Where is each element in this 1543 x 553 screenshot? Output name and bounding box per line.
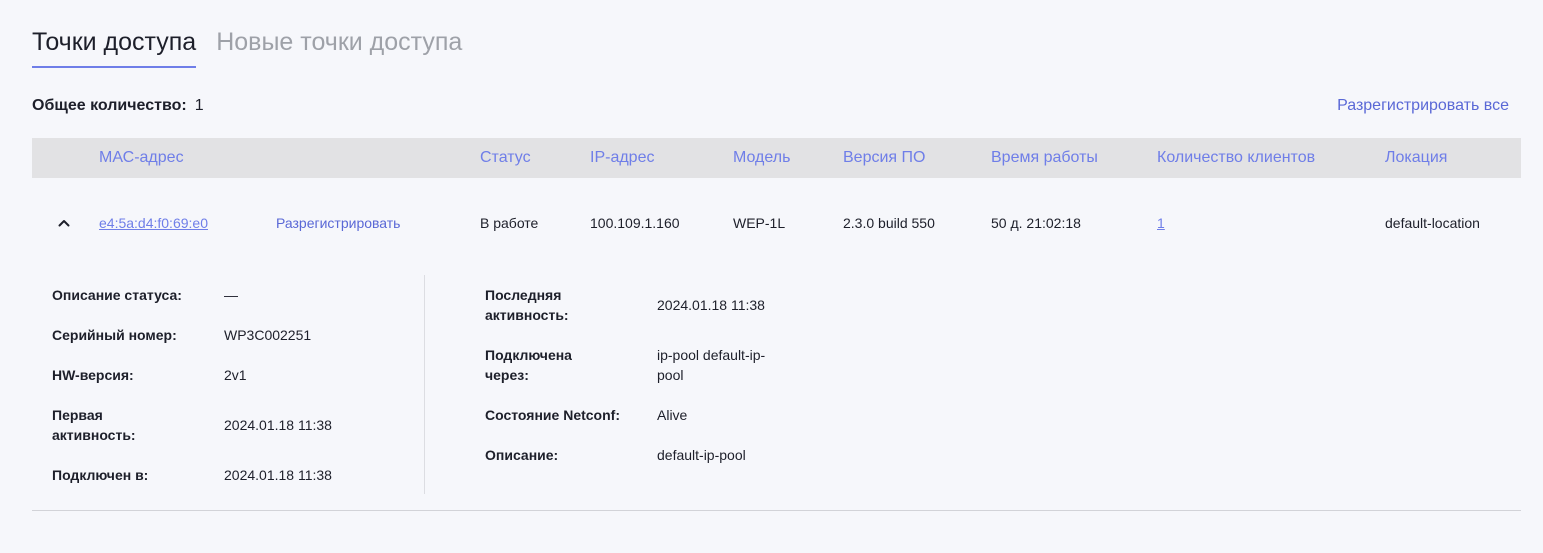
total-count-label: Общее количество: — [32, 97, 187, 114]
detail-value: 2v1 — [224, 367, 247, 383]
table-row: e4:5a:d4:f0:69:e0 Разрегистрировать В ра… — [32, 178, 1521, 268]
detail-label: Подключена — [485, 347, 572, 363]
detail-value: WP3C002251 — [224, 327, 312, 343]
detail-label: Первая — [52, 407, 103, 423]
detail-value: 2024.01.18 11:38 — [657, 297, 765, 313]
tab-new-access-points[interactable]: Новые точки доступа — [216, 24, 462, 68]
deregister-all-button[interactable]: Разрегистрировать все — [1337, 95, 1509, 117]
tab-access-points[interactable]: Точки доступа — [32, 24, 197, 68]
page: Точки доступа Новые точки доступа Общее … — [0, 0, 1543, 553]
detail-label: Описание статуса: — [52, 287, 182, 303]
detail-label: Серийный номер: — [52, 327, 177, 343]
detail-value: ip-pool default-ip- — [657, 347, 766, 363]
column-header-mac[interactable]: МАС-адрес — [99, 138, 184, 178]
column-header-model[interactable]: Модель — [733, 138, 790, 178]
detail-value: default-ip-pool — [657, 447, 746, 463]
detail-label: Описание: — [485, 447, 559, 463]
detail-value: — — [224, 287, 238, 303]
horizontal-divider — [32, 510, 1521, 511]
ip-cell: 100.109.1.160 — [590, 215, 680, 231]
column-header-status[interactable]: Статус — [480, 138, 531, 178]
detail-label: Состояние Netconf: — [485, 407, 620, 423]
detail-label: активность: — [52, 427, 136, 443]
column-header-firmware[interactable]: Версия ПО — [843, 138, 925, 178]
column-header-clients[interactable]: Количество клиентов — [1157, 138, 1315, 178]
location-cell: default-location — [1385, 215, 1480, 231]
total-count-value: 1 — [194, 97, 204, 114]
mac-address-link[interactable]: e4:5a:d4:f0:69:e0 — [99, 214, 208, 232]
clients-count-link[interactable]: 1 — [1157, 214, 1165, 232]
detail-value: 2024.01.18 11:38 — [224, 417, 332, 433]
total-count: Общее количество: 1 — [32, 95, 204, 117]
tabs: Точки доступа Новые точки доступа — [32, 24, 462, 68]
vertical-divider — [424, 275, 425, 494]
detail-value: Alive — [657, 407, 688, 423]
column-header-location[interactable]: Локация — [1385, 138, 1447, 178]
detail-label: Подключен в: — [52, 467, 149, 483]
table-header: МАС-адрес Статус IP-адрес Модель Версия … — [32, 138, 1521, 178]
detail-label: активность: — [485, 307, 569, 323]
firmware-cell: 2.3.0 build 550 — [843, 215, 935, 231]
detail-value: 2024.01.18 11:38 — [224, 467, 332, 483]
column-header-uptime[interactable]: Время работы — [991, 138, 1098, 178]
column-header-ip[interactable]: IP-адрес — [590, 138, 654, 178]
deregister-button[interactable]: Разрегистрировать — [276, 214, 400, 232]
model-cell: WEP-1L — [733, 215, 786, 231]
detail-label: через: — [485, 367, 529, 383]
detail-value: pool — [657, 367, 684, 383]
detail-label: Последняя — [485, 287, 562, 303]
chevron-up-icon[interactable] — [56, 215, 72, 231]
status-cell: В работе — [480, 215, 539, 231]
uptime-cell: 50 д. 21:02:18 — [991, 215, 1081, 231]
detail-label: HW-версия: — [52, 367, 134, 383]
